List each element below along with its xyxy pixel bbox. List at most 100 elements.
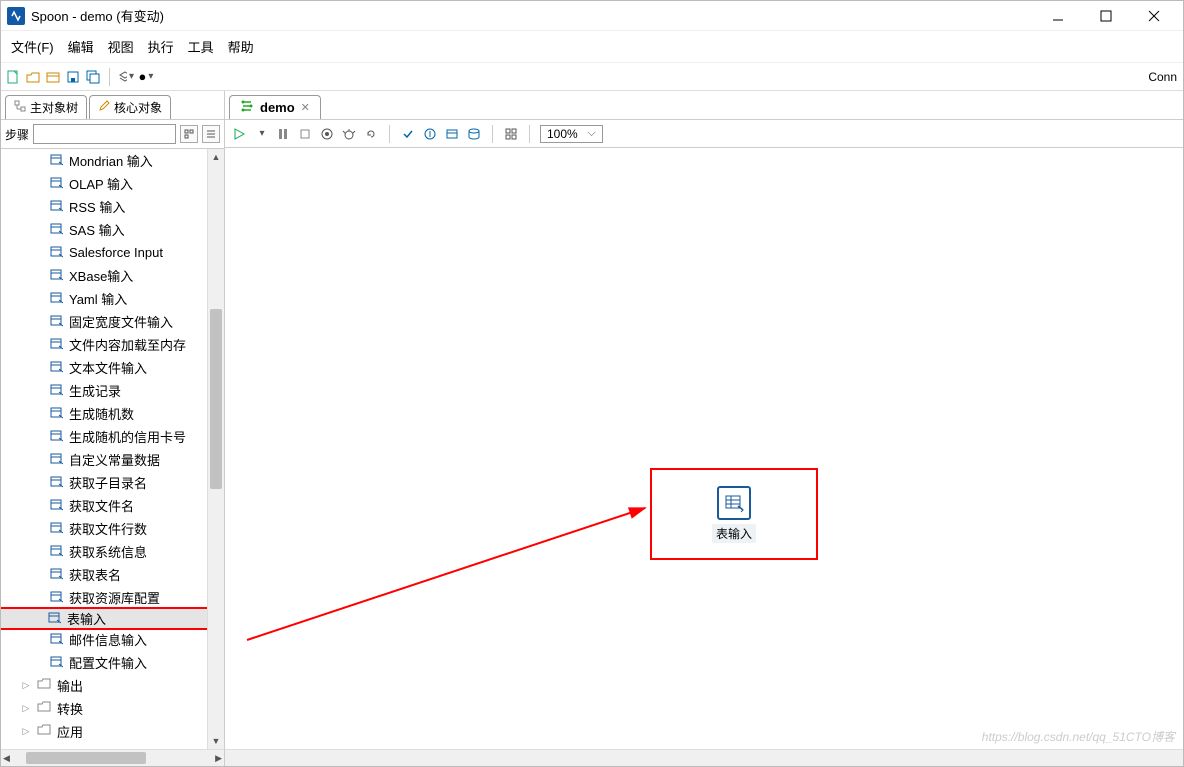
tree-item[interactable]: 自定义常量数据 <box>1 448 224 471</box>
canvas[interactable]: 表输入 https://blog.csdn.net/qq_51CTO博客 <box>225 148 1183 749</box>
scroll-thumb[interactable] <box>210 309 222 489</box>
run-dropdown-icon[interactable] <box>253 126 269 142</box>
impact-icon[interactable] <box>422 126 438 142</box>
menu-tools[interactable]: 工具 <box>184 35 218 58</box>
menu-edit[interactable]: 编辑 <box>64 35 98 58</box>
tree-item[interactable]: 获取子目录名 <box>1 471 224 494</box>
replay-icon[interactable] <box>363 126 379 142</box>
run-icon[interactable] <box>231 126 247 142</box>
menu-run[interactable]: 执行 <box>144 35 178 58</box>
tree-item[interactable]: 文件内容加载至内存 <box>1 333 224 356</box>
tree-folder[interactable]: ▷应用 <box>1 720 224 743</box>
tree-item-label: 固定宽度文件输入 <box>69 312 173 331</box>
menu-view[interactable]: 视图 <box>104 35 138 58</box>
tree-item[interactable]: XBase输入 <box>1 264 224 287</box>
zoom-select[interactable]: 100% <box>540 125 603 143</box>
tree-item-label: 邮件信息输入 <box>69 630 147 649</box>
search-input[interactable] <box>33 124 176 144</box>
tree-horizontal-scrollbar[interactable]: ◀ ▶ <box>1 749 224 766</box>
tree-item[interactable]: OLAP 输入 <box>1 172 224 195</box>
collapse-tree-icon[interactable] <box>202 125 220 143</box>
menu-help[interactable]: 帮助 <box>224 35 258 58</box>
folder-icon <box>37 677 51 694</box>
tree-item-label: 自定义常量数据 <box>69 450 160 469</box>
explore-db-icon[interactable] <box>466 126 482 142</box>
sql-icon[interactable] <box>444 126 460 142</box>
tree-item[interactable]: Yaml 输入 <box>1 287 224 310</box>
tree-item[interactable]: 配置文件输入 <box>1 651 224 674</box>
canvas-highlight-box: 表输入 <box>650 468 818 560</box>
tree-item[interactable]: 获取表名 <box>1 563 224 586</box>
step-icon <box>49 175 63 192</box>
pause-icon[interactable] <box>275 126 291 142</box>
tree-item[interactable]: 获取文件行数 <box>1 517 224 540</box>
scroll-down-arrow[interactable]: ▼ <box>208 733 224 749</box>
tree-item[interactable]: 表输入 <box>1 607 212 630</box>
step-icon <box>49 336 63 353</box>
canvas-toolbar: 100% <box>225 120 1183 148</box>
tab-main-objects[interactable]: 主对象树 <box>5 95 87 119</box>
tree-item-label: Yaml 输入 <box>69 289 127 308</box>
open-icon[interactable] <box>25 69 41 85</box>
show-results-icon[interactable] <box>503 126 519 142</box>
canvas-tab-demo[interactable]: demo ✕ <box>229 95 321 119</box>
minimize-button[interactable] <box>1043 4 1073 28</box>
scroll-up-arrow[interactable]: ▲ <box>208 149 224 165</box>
step-icon <box>49 451 63 468</box>
canvas-horizontal-scrollbar[interactable] <box>225 749 1183 766</box>
close-button[interactable] <box>1139 4 1169 28</box>
verify-icon[interactable] <box>400 126 416 142</box>
tree-folder-label: 转换 <box>57 699 83 718</box>
tree-item[interactable]: 获取文件名 <box>1 494 224 517</box>
tree-item[interactable]: 文本文件输入 <box>1 356 224 379</box>
tab-core-objects[interactable]: 核心对象 <box>89 95 171 119</box>
tree-item[interactable]: 获取资源库配置 <box>1 586 224 609</box>
tree-item[interactable]: SAS 输入 <box>1 218 224 241</box>
step-icon <box>49 152 63 169</box>
expand-icon[interactable]: ▷ <box>21 726 31 737</box>
tree-item[interactable]: RSS 输入 <box>1 195 224 218</box>
tree-item-label: 获取系统信息 <box>69 542 147 561</box>
maximize-button[interactable] <box>1091 4 1121 28</box>
step-node-table-input[interactable]: 表输入 <box>712 486 756 543</box>
tab-close-icon[interactable]: ✕ <box>301 101 310 114</box>
tree-item[interactable]: 生成随机的信用卡号 <box>1 425 224 448</box>
step-icon <box>49 654 63 671</box>
window-buttons <box>1043 4 1177 28</box>
tree-item[interactable]: 生成随机数 <box>1 402 224 425</box>
explore-icon[interactable] <box>45 69 61 85</box>
tree-item-label: XBase输入 <box>69 266 133 285</box>
tree-vertical-scrollbar[interactable]: ▲ ▼ <box>207 149 224 749</box>
tree-item-label: 获取表名 <box>69 565 121 584</box>
preview-icon[interactable] <box>319 126 335 142</box>
separator <box>109 68 110 86</box>
expand-icon[interactable]: ▷ <box>21 680 31 691</box>
tree-folder[interactable]: ▷ 转换 <box>1 697 224 720</box>
perspective-icon[interactable] <box>118 69 134 85</box>
tree-item[interactable]: 固定宽度文件输入 <box>1 310 224 333</box>
saveas-icon[interactable] <box>85 69 101 85</box>
tree-item[interactable]: 生成记录 <box>1 379 224 402</box>
hscroll-thumb[interactable] <box>26 752 146 764</box>
tree-item-label: OLAP 输入 <box>69 174 133 193</box>
tree-item[interactable]: Mondrian 输入 <box>1 149 224 172</box>
stop-icon[interactable] <box>297 126 313 142</box>
tree-item[interactable]: Salesforce Input <box>1 241 224 264</box>
new-icon[interactable] <box>5 69 21 85</box>
tree-item[interactable]: 获取系统信息 <box>1 540 224 563</box>
save-icon[interactable] <box>65 69 81 85</box>
step-tree[interactable]: Mondrian 输入 OLAP 输入 RSS 输入SAS 输入Salesforce… <box>1 149 224 749</box>
tree-item-label: 生成随机数 <box>69 404 134 423</box>
step-icon <box>49 244 63 261</box>
separator <box>529 125 530 143</box>
tree-item-label: 配置文件输入 <box>69 653 147 672</box>
debug-icon[interactable] <box>341 126 357 142</box>
expand-icon[interactable]: ▷ <box>21 703 31 714</box>
expand-tree-icon[interactable] <box>180 125 198 143</box>
dropdown-icon[interactable]: ● <box>138 69 154 85</box>
folder-icon <box>37 700 51 717</box>
canvas-area: demo ✕ 100% <box>225 91 1183 766</box>
tree-item[interactable]: 邮件信息输入 <box>1 628 224 651</box>
menu-file[interactable]: 文件(F) <box>7 35 58 58</box>
tree-folder[interactable]: ▷输出 <box>1 674 224 697</box>
